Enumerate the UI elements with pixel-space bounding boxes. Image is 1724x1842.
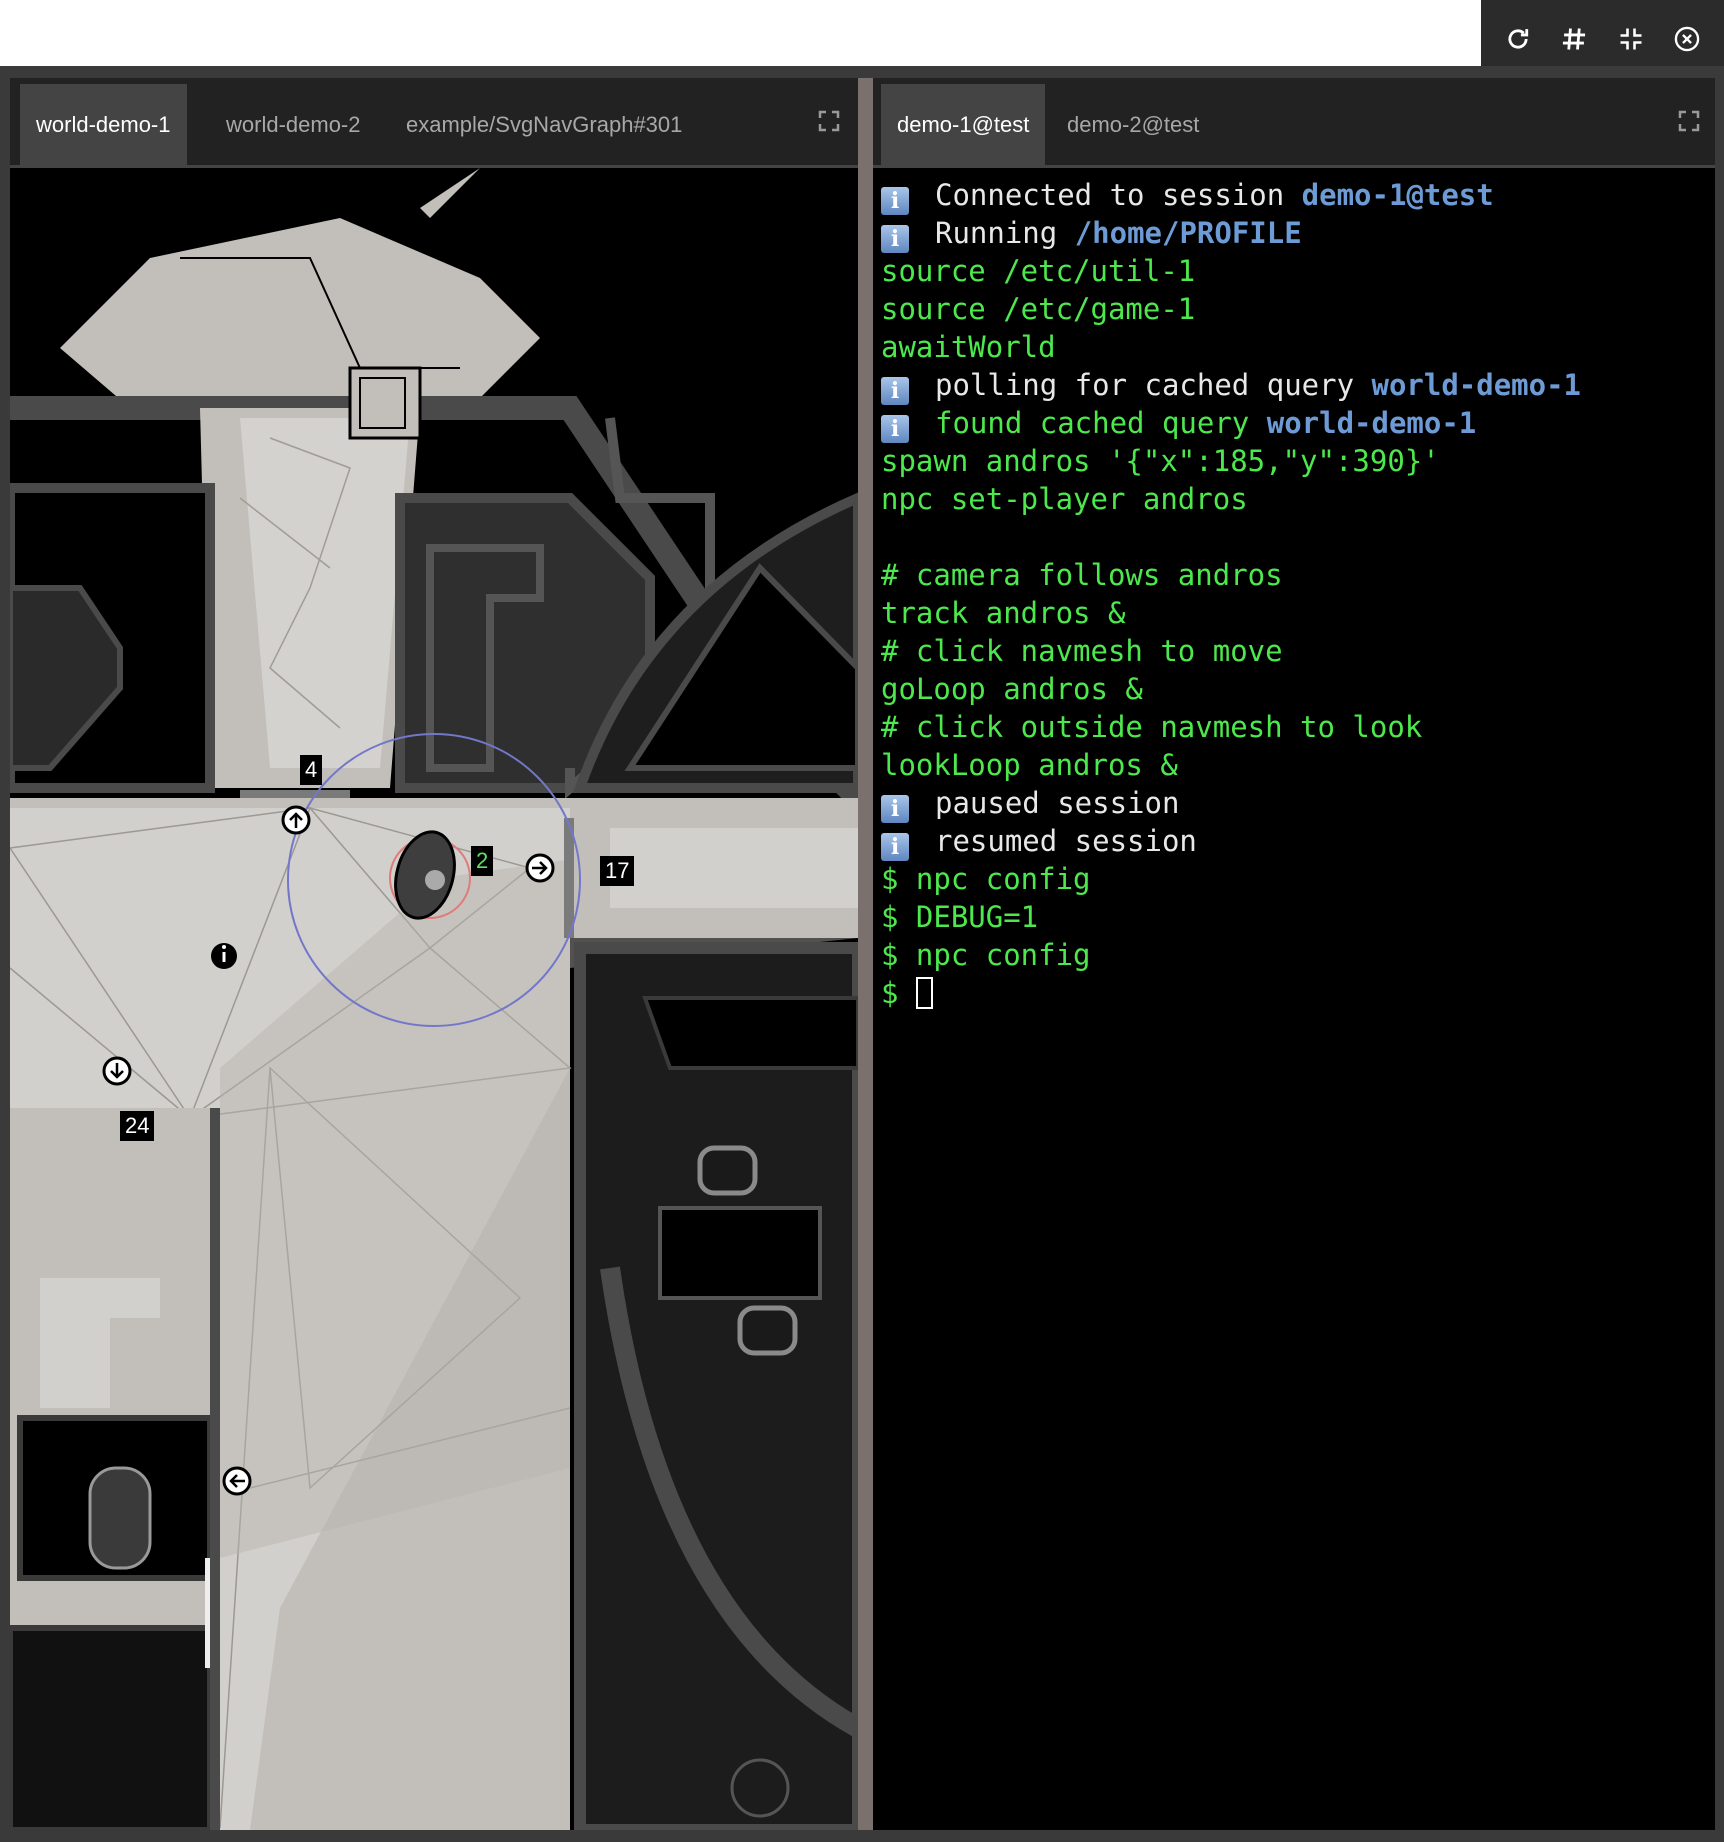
terminal-line: track andros & xyxy=(881,596,1126,630)
terminal-line: i paused session xyxy=(873,784,1715,823)
tab-demo-2-test[interactable]: demo-2@test xyxy=(1051,84,1215,165)
expand-icon[interactable] xyxy=(818,110,840,132)
compress-icon xyxy=(1620,28,1642,50)
terminal-line: source /etc/util-1 xyxy=(881,254,1196,288)
info-icon: i xyxy=(881,377,909,405)
terminal-line: source /etc/game-1 xyxy=(881,292,1196,326)
terminal-line: i Connected to session demo-1@test xyxy=(873,176,1715,215)
world-map[interactable] xyxy=(10,168,858,1830)
hash-icon xyxy=(1563,28,1586,50)
terminal-line: spawn andros '{"x":185,"y":390}' xyxy=(881,444,1440,478)
terminal-line: # click navmesh to move xyxy=(881,634,1283,668)
grid-toggle-button[interactable] xyxy=(1554,19,1594,59)
terminal-line: $ npc config xyxy=(881,938,1091,972)
terminal-line: awaitWorld xyxy=(881,330,1056,364)
terminal-line: lookLoop andros & xyxy=(881,748,1178,782)
tab-world-demo-1[interactable]: world-demo-1 xyxy=(20,84,187,165)
terminal-line: # click outside navmesh to look xyxy=(881,710,1423,744)
door-label: 4 xyxy=(300,755,323,785)
terminal-line: i resumed session xyxy=(873,822,1715,861)
close-circle-icon xyxy=(1675,26,1700,52)
info-icon: i xyxy=(881,225,909,253)
door-label: 24 xyxy=(120,1111,155,1141)
terminal-cursor xyxy=(915,977,933,1009)
terminal-line: $ npc config xyxy=(881,862,1091,896)
pane-divider[interactable] xyxy=(858,78,873,1830)
tab-svg-nav-graph[interactable]: example/SvgNavGraph#301 xyxy=(390,84,698,165)
expand-icon[interactable] xyxy=(1678,110,1700,132)
door-label: 17 xyxy=(600,856,635,886)
terminal-line: i found cached query world-demo-1 xyxy=(873,404,1715,443)
info-marker-icon xyxy=(211,943,237,969)
terminal-line: i Running /home/PROFILE xyxy=(873,214,1715,253)
info-icon: i xyxy=(881,187,909,215)
info-icon: i xyxy=(881,833,909,861)
refresh-icon xyxy=(1508,29,1528,49)
terminal-line: # camera follows andros xyxy=(881,558,1283,592)
tab-world-demo-2[interactable]: world-demo-2 xyxy=(210,84,377,165)
terminal-tabbar: demo-1@test demo-2@test xyxy=(873,78,1715,168)
npc-label: 2 xyxy=(471,846,494,876)
door-right-icon xyxy=(525,853,555,883)
door-down-icon xyxy=(102,1056,132,1086)
terminal-line: goLoop andros & xyxy=(881,672,1143,706)
world-pane: world-demo-1 world-demo-2 example/SvgNav… xyxy=(10,78,858,1830)
compress-button[interactable] xyxy=(1611,19,1651,59)
info-icon: i xyxy=(881,415,909,443)
terminal-line: $ DEBUG=1 xyxy=(881,900,1039,934)
terminal-prompt-line[interactable]: $ xyxy=(873,974,1715,1012)
prompt-symbol: $ xyxy=(881,976,916,1010)
close-button[interactable] xyxy=(1667,19,1707,59)
terminal-output[interactable]: i Connected to session demo-1@test i Runni… xyxy=(873,168,1715,1830)
world-tabbar: world-demo-1 world-demo-2 example/SvgNav… xyxy=(10,78,858,168)
world-view[interactable]: 4 17 24 2 xyxy=(10,168,858,1830)
terminal-pane: demo-1@test demo-2@test i Connected to se… xyxy=(873,78,1715,1830)
tab-demo-1-test[interactable]: demo-1@test xyxy=(881,84,1046,165)
refresh-button[interactable] xyxy=(1498,19,1538,59)
info-icon: i xyxy=(881,795,909,823)
terminal-line: i polling for cached query world-demo-1 xyxy=(873,366,1715,405)
terminal-line: npc set-player andros xyxy=(881,482,1248,516)
door-left-icon xyxy=(222,1466,252,1496)
door-up-icon xyxy=(281,805,311,835)
